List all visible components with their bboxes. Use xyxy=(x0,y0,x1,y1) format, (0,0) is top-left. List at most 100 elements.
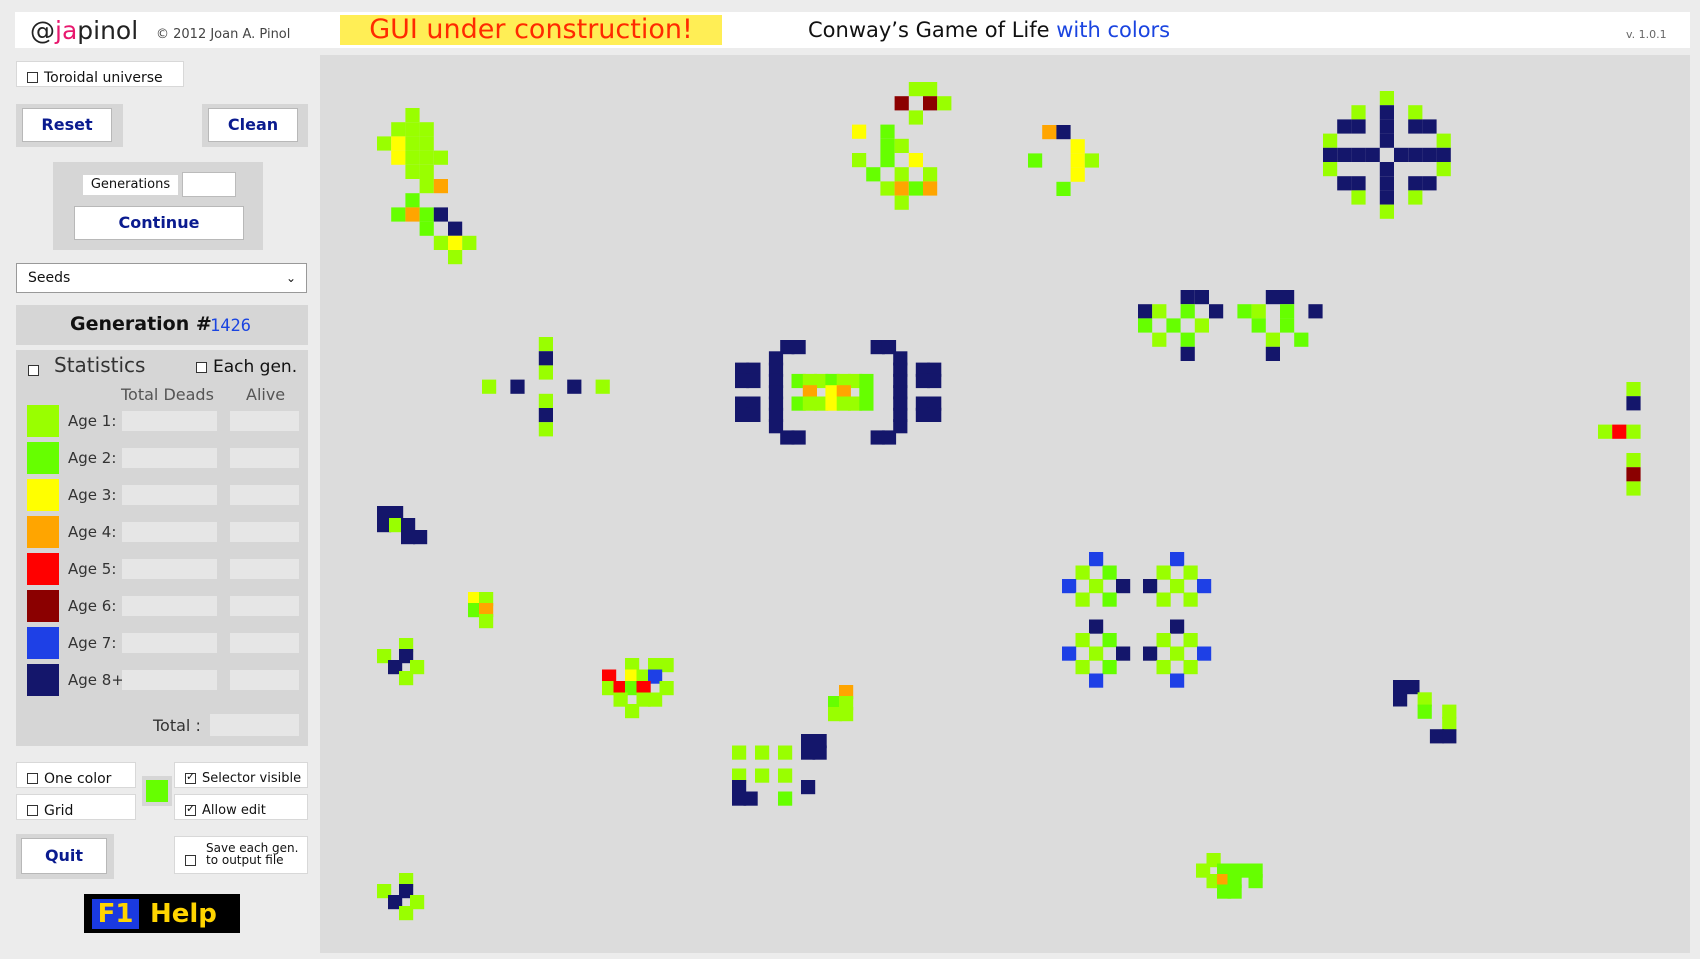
board-cell xyxy=(1156,592,1171,607)
allow-edit-checkbox[interactable] xyxy=(185,802,196,816)
board-cell xyxy=(1436,133,1451,148)
copyright-text: © 2012 Joan A. Pinol xyxy=(156,27,291,42)
statistics-checkbox[interactable] xyxy=(28,365,39,376)
board-cell xyxy=(1422,147,1437,162)
age-swatch xyxy=(27,405,59,437)
board-cell xyxy=(1351,190,1366,205)
game-board[interactable] xyxy=(320,55,1690,953)
board-cell xyxy=(405,122,420,137)
board-cell xyxy=(1308,304,1323,319)
toroidal-toggle[interactable]: Toroidal universe xyxy=(16,61,184,87)
each-gen-checkbox[interactable] xyxy=(196,361,207,373)
generation-label: Generation # xyxy=(70,313,212,335)
board-cell xyxy=(881,430,897,445)
grid-checkbox[interactable] xyxy=(27,805,38,816)
board-cell xyxy=(419,122,434,137)
continue-button[interactable]: Continue xyxy=(74,206,244,240)
one-color-toggle[interactable]: One color xyxy=(16,762,136,788)
age-swatch xyxy=(27,442,59,474)
selector-visible-toggle[interactable]: Selector visible xyxy=(174,762,308,788)
board-cell xyxy=(1379,162,1394,177)
statistics-title: Statistics xyxy=(54,353,146,377)
help-key: F1 xyxy=(92,899,139,929)
age-alive-field xyxy=(230,485,299,505)
board-cell xyxy=(1351,176,1366,191)
generations-input[interactable] xyxy=(182,172,236,197)
board-cell xyxy=(391,207,406,222)
allow-edit-toggle[interactable]: Allow edit xyxy=(174,794,308,820)
board-cell xyxy=(908,153,923,168)
board-cell xyxy=(1089,646,1104,661)
board-cell xyxy=(1436,162,1451,177)
board-cell xyxy=(399,671,414,686)
board-cell xyxy=(1626,453,1641,468)
board-cell xyxy=(894,138,909,153)
save-each-gen-checkbox[interactable] xyxy=(185,855,196,866)
board-cell xyxy=(1075,592,1090,607)
board-cell xyxy=(743,791,758,806)
reset-button[interactable]: Reset xyxy=(22,108,112,142)
board-cell xyxy=(1626,396,1641,411)
board-cell xyxy=(1265,290,1280,305)
quit-button-frame: Quit xyxy=(16,834,114,879)
board-cell xyxy=(1337,176,1352,191)
clean-button[interactable]: Clean xyxy=(208,108,298,142)
board-cell xyxy=(1062,579,1077,594)
board-cell xyxy=(1070,167,1085,182)
selector-visible-label: Selector visible xyxy=(202,771,302,786)
board-cell xyxy=(880,124,895,139)
board-cell xyxy=(1075,633,1090,648)
board-cell xyxy=(391,122,406,137)
board-cell xyxy=(538,422,553,437)
board-cell xyxy=(1442,716,1457,732)
chevron-down-icon: ⌄ xyxy=(285,271,296,285)
board-cell xyxy=(852,124,867,139)
board-cell xyxy=(1102,633,1117,648)
board-cell xyxy=(433,179,448,194)
age-label: Age 2: xyxy=(68,449,117,467)
board-cell xyxy=(433,207,448,222)
age-alive-field xyxy=(230,559,299,579)
board-cell xyxy=(1194,290,1209,305)
board-cell xyxy=(894,96,909,111)
selector-visible-checkbox[interactable] xyxy=(185,770,196,784)
board-cell xyxy=(448,250,463,265)
board-cell xyxy=(894,181,909,196)
toroidal-checkbox[interactable] xyxy=(27,72,38,83)
toroidal-label: Toroidal universe xyxy=(44,69,163,86)
board-cell xyxy=(894,167,909,182)
grid-toggle[interactable]: Grid xyxy=(16,794,136,820)
board-cell xyxy=(405,108,420,123)
board-cell xyxy=(419,136,434,151)
board-cell xyxy=(908,181,923,196)
board-cell xyxy=(1209,304,1224,319)
age-deads-field xyxy=(122,411,217,431)
board-cell xyxy=(1379,190,1394,205)
board-cell xyxy=(1436,147,1451,162)
board-cell xyxy=(538,393,553,408)
board-cell xyxy=(538,351,553,366)
board-cell xyxy=(1280,318,1295,333)
one-color-checkbox[interactable] xyxy=(27,773,38,784)
board-cell xyxy=(1089,552,1104,567)
board-canvas[interactable] xyxy=(320,55,1690,953)
preset-select[interactable]: Seeds ⌄ xyxy=(16,263,307,293)
board-cell xyxy=(1280,304,1295,319)
generations-label: Generations xyxy=(83,175,178,195)
board-cell xyxy=(419,179,434,194)
board-cell xyxy=(1042,125,1057,140)
each-gen-toggle[interactable]: Each gen. xyxy=(196,357,297,377)
board-cell xyxy=(927,373,942,389)
save-each-gen-toggle[interactable]: Save each gen. to output file xyxy=(174,836,308,874)
quit-button[interactable]: Quit xyxy=(21,838,107,874)
board-cell xyxy=(1102,660,1117,675)
board-cell xyxy=(1089,579,1104,594)
board-cell xyxy=(482,379,497,394)
board-cell xyxy=(1237,304,1252,319)
board-cell xyxy=(1183,565,1198,580)
board-cell xyxy=(791,340,806,355)
board-cell xyxy=(1422,176,1437,191)
one-color-swatch[interactable] xyxy=(146,780,168,802)
age-alive-field xyxy=(230,411,299,431)
clean-button-frame: Clean xyxy=(202,104,308,147)
